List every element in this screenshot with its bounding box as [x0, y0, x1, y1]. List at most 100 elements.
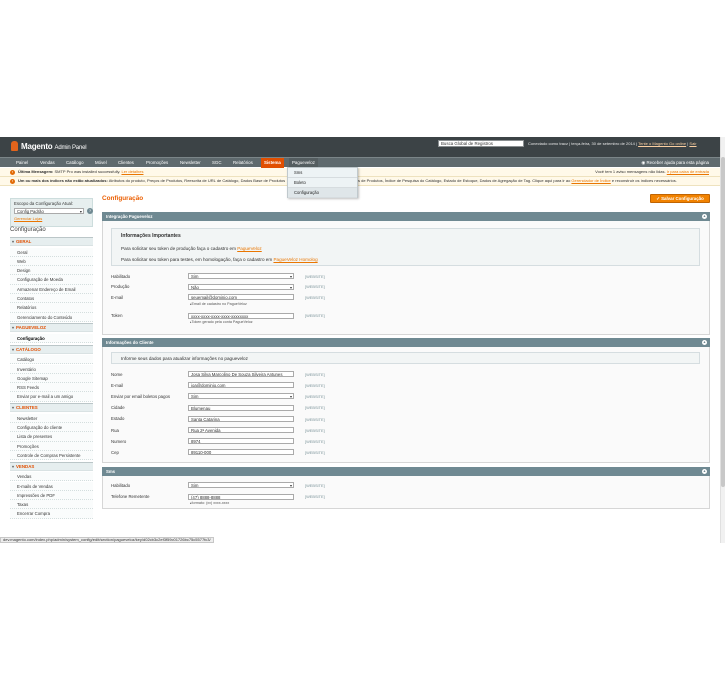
scope-label: [WEBSITE]: [305, 405, 325, 411]
sidebar-item[interactable]: Inventário: [10, 364, 93, 374]
field-input[interactable]: (47) 8888-8888: [188, 493, 294, 500]
sidebar-item[interactable]: Web: [10, 256, 93, 267]
manage-stores-link[interactable]: Gerenciar Lojas: [14, 216, 42, 221]
scope-label: [WEBSITE]: [305, 284, 325, 290]
sidebar-section-1[interactable]: PAGUEVELOZ: [10, 323, 93, 333]
section-cliente-header[interactable]: Informações do Cliente ▲: [102, 338, 710, 347]
scope-switcher: Escopo da Configuração Atual: Config Pad…: [10, 198, 93, 227]
sidebar-item[interactable]: Configuração do cliente: [10, 423, 93, 433]
sidebar-item[interactable]: Gerenciamento do Conteúdo: [10, 312, 93, 322]
sidebar-item[interactable]: Encerrar Compra: [10, 509, 93, 519]
browser-status-url: dev.magento.com/index.php/admin/system_c…: [0, 537, 214, 543]
important-info-box: Informações Importantes Para solicitar s…: [111, 228, 700, 266]
dropdown-item-sms[interactable]: Sms: [288, 168, 357, 178]
nav-relatorios[interactable]: Relatórios: [230, 158, 256, 168]
nav-catalogo[interactable]: Catálogo: [63, 158, 87, 168]
field-select[interactable]: Não: [188, 283, 294, 290]
field-input[interactable]: 8974: [188, 438, 294, 445]
pagueveloz-link[interactable]: PagueVeloz: [237, 246, 262, 251]
sidebar-item[interactable]: Relatórios: [10, 303, 93, 313]
field-input[interactable]: Rua 2ª Avenida: [188, 427, 294, 433]
nav-movel[interactable]: Móvel: [92, 158, 110, 168]
scope-label: [WEBSITE]: [305, 383, 325, 388]
sidebar-item[interactable]: Vendas: [10, 472, 93, 482]
field-label: E-mail: [111, 382, 124, 388]
nav-newsletter[interactable]: Newsletter: [177, 158, 204, 168]
sidebar-section-4[interactable]: VENDAS: [10, 461, 93, 471]
field-input[interactable]: joa@dominio.com: [188, 382, 294, 389]
sidebar-config-title: Configuração: [10, 227, 46, 233]
field-select[interactable]: Sim: [188, 393, 294, 400]
field-label: Telefone Remetente: [111, 494, 150, 499]
field-select[interactable]: Sim: [188, 482, 294, 488]
nav-painel[interactable]: Painel: [13, 158, 31, 168]
collapse-icon[interactable]: ▲: [702, 214, 707, 219]
sidebar-item[interactable]: Impressões de PDF: [10, 490, 93, 501]
pagueveloz-homolog-link[interactable]: PagueVeloz Homolog: [273, 257, 317, 262]
sidebar-item[interactable]: Promoções: [10, 441, 93, 451]
sidebar-item[interactable]: Contatos: [10, 294, 93, 304]
nav-clientes[interactable]: Clientes: [115, 158, 137, 168]
field-note: formato: (xx) xxxx-xxxx: [190, 501, 230, 505]
field-label: Numero: [111, 438, 127, 444]
field-input[interactable]: 89110-000: [188, 449, 294, 456]
sidebar-section-3[interactable]: CLIENTES: [10, 403, 93, 413]
field-input[interactable]: seuemail@dominio.com: [188, 294, 294, 300]
warning-icon: !: [10, 178, 15, 184]
browser-viewport: Magento Admin Panel Busca Global de Regi…: [0, 137, 725, 543]
nav-promocoes[interactable]: Promoções: [143, 158, 171, 168]
scrollbar[interactable]: [720, 137, 725, 543]
field-input[interactable]: xxxx-xxxx-xxxx-xxxx-xxxxxxxx: [188, 312, 294, 319]
inbox-link[interactable]: Ir para caixa de entrada: [667, 169, 709, 174]
scope-label: [WEBSITE]: [305, 427, 325, 433]
read-details-link[interactable]: Ler detalhes: [121, 169, 143, 174]
field-select[interactable]: Sim: [188, 273, 294, 279]
sidebar-item[interactable]: Newsletter: [10, 413, 93, 423]
field-input[interactable]: Santa Catarina: [188, 415, 294, 422]
nav-sgc[interactable]: SGC: [209, 158, 225, 168]
sidebar-item[interactable]: Google Sitemap: [10, 373, 93, 384]
nav-sistema[interactable]: Sistema: [261, 158, 284, 168]
sidebar-item[interactable]: Lista de presentes: [10, 432, 93, 442]
sidebar-item[interactable]: Armazenar Endereço de Email: [10, 284, 93, 294]
scope-label: [WEBSITE]: [305, 273, 325, 279]
scope-label: [WEBSITE]: [305, 450, 325, 456]
field-label: Rua: [111, 427, 119, 433]
logo-text[interactable]: Magento Admin Panel: [21, 142, 87, 151]
scrollbar-thumb[interactable]: [721, 157, 725, 487]
global-search-input[interactable]: Busca Global de Registros: [438, 140, 524, 147]
sidebar-item[interactable]: Taxas: [10, 500, 93, 510]
sidebar-item[interactable]: Controle de Compras Persistente: [10, 450, 93, 461]
collapse-icon[interactable]: ▲: [702, 469, 707, 474]
field-label: Habilitado: [111, 482, 131, 488]
help-icon[interactable]: ?: [87, 208, 93, 214]
sidebar-section-0[interactable]: GERAL: [10, 237, 93, 246]
section-sms-header[interactable]: Sms ▲: [102, 467, 710, 476]
sidebar-item[interactable]: E-mails de Vendas: [10, 481, 93, 491]
field-input[interactable]: Josa Silva Marcolino De Souza Silveira A…: [188, 371, 294, 377]
dropdown-item-configuracao[interactable]: Configuração: [288, 188, 357, 198]
section-integracao-header[interactable]: Integração Pagueveloz ▲: [102, 212, 710, 221]
sidebar-item[interactable]: Configuração de Moeda: [10, 275, 93, 285]
sidebar-item[interactable]: Design: [10, 266, 93, 276]
sidebar-item[interactable]: Configuração: [10, 333, 93, 344]
save-config-button[interactable]: ✓ Salvar Configuração: [650, 194, 710, 203]
sidebar-item[interactable]: Enviar por e-mail a um amigo: [10, 392, 93, 402]
sidebar-item[interactable]: Catálogo: [10, 355, 93, 365]
scope-select[interactable]: Config Padrão ▾: [14, 208, 84, 214]
cliente-info-box: Informe seus dados para atualizar inform…: [111, 352, 700, 364]
sidebar-item[interactable]: RSS Feeds: [10, 383, 93, 393]
dropdown-item-boleto[interactable]: Boleto: [288, 178, 357, 188]
field-label: E-mail: [111, 294, 124, 300]
system-message-index: ! Um ou mais dos índices não estão atual…: [0, 177, 725, 186]
help-link[interactable]: ◉ Receber ajuda para esta página: [641, 159, 709, 167]
field-label: Habilitado: [111, 273, 131, 279]
sidebar-section-2[interactable]: CATÁLOGO: [10, 344, 93, 354]
sidebar-item[interactable]: Geral: [10, 247, 93, 257]
logout-link[interactable]: Sair: [689, 141, 696, 146]
nav-vendas[interactable]: Vendas: [37, 158, 58, 168]
collapse-icon[interactable]: ▲: [702, 340, 707, 345]
index-manager-link[interactable]: Gerenciador de Índice: [571, 178, 610, 183]
field-input[interactable]: Blumenau: [188, 404, 294, 411]
tour-link[interactable]: Tente o Magento Go online: [638, 141, 686, 146]
